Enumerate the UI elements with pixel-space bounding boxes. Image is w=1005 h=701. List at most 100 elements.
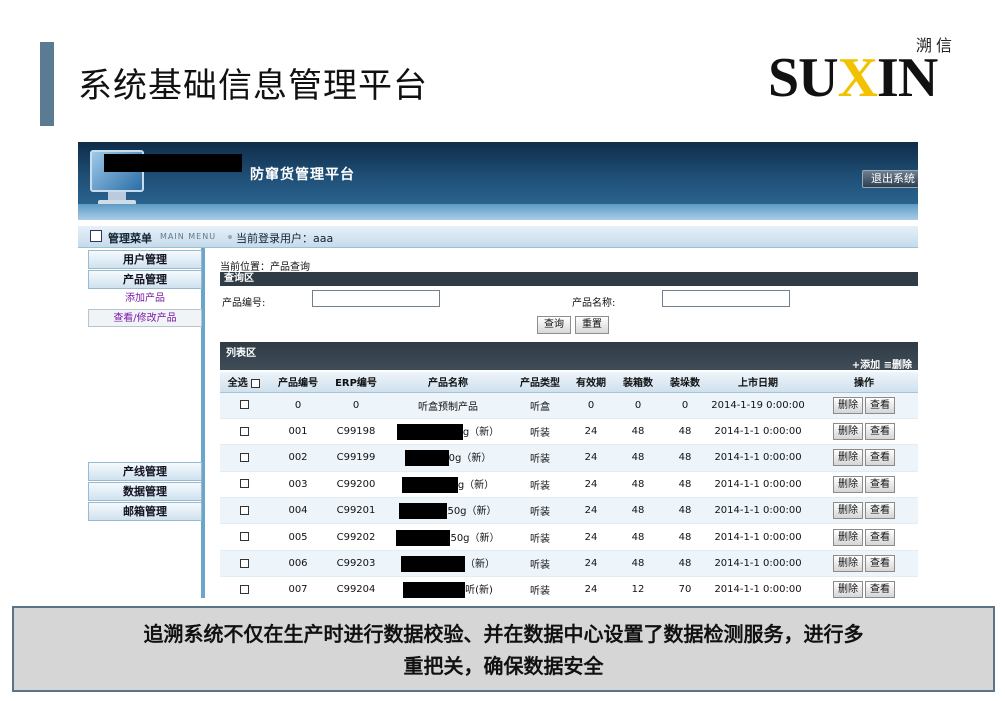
product-name-label: 产品名称:	[572, 298, 616, 309]
app-title: 防窜货管理平台	[250, 167, 355, 183]
row-view-button[interactable]: 查看	[865, 502, 895, 520]
cell-box: 48	[614, 550, 662, 578]
row-delete-button[interactable]: 删除	[833, 475, 863, 493]
redacted-block	[104, 154, 242, 172]
delete-button[interactable]: ≡删除	[884, 360, 912, 371]
add-button[interactable]: +添加	[852, 360, 880, 371]
cell-erp: C99200	[328, 471, 384, 499]
select-all-header[interactable]: 全选	[220, 372, 268, 393]
row-checkbox[interactable]	[239, 452, 249, 462]
select-all-checkbox[interactable]	[251, 378, 261, 388]
row-checkbox[interactable]	[239, 558, 249, 568]
row-checkbox[interactable]	[239, 479, 249, 489]
cell-valid: 24	[568, 471, 614, 499]
row-view-button[interactable]: 查看	[865, 475, 895, 493]
row-view-button[interactable]: 查看	[865, 423, 895, 441]
cell-erp: 0	[328, 392, 384, 419]
row-delete-button[interactable]: 删除	[833, 581, 863, 598]
cell-date: 2014-1-1 0:00:00	[708, 550, 808, 578]
logout-button[interactable]: 退出系统	[862, 170, 918, 188]
current-user-label: 当前登录用户：aaa	[236, 232, 334, 245]
row-checkbox[interactable]	[239, 400, 249, 410]
table-row: 004 C99201 50g（新） 听装 24 48 48 2014-1-1 0…	[220, 497, 918, 525]
product-code-label: 产品编号:	[222, 298, 266, 309]
sidebar-item-mailbox[interactable]: 邮箱管理	[88, 502, 202, 521]
cell-code: 005	[268, 523, 328, 551]
redacted-block	[396, 529, 451, 546]
cell-pile: 48	[662, 418, 708, 446]
row-view-button[interactable]: 查看	[865, 581, 895, 598]
cell-name: 听盒预制产品	[384, 392, 512, 419]
cell-type: 听装	[512, 471, 568, 499]
cell-type: 听装	[512, 523, 568, 551]
column-header: 装垛数	[662, 372, 708, 393]
search-button[interactable]: 查询	[537, 316, 571, 334]
cell-box: 48	[614, 497, 662, 525]
sidebar-item-view-edit-product[interactable]: 查看/修改产品	[88, 309, 202, 327]
cell-code: 003	[268, 471, 328, 499]
row-view-button[interactable]: 查看	[865, 396, 895, 414]
bullet-icon	[228, 235, 232, 239]
cell-name: 0g（新）	[384, 444, 512, 472]
cell-box: 12	[614, 576, 662, 598]
row-view-button[interactable]: 查看	[865, 528, 895, 546]
table-row: 003 C99200 g（新） 听装 24 48 48 2014-1-1 0:0…	[220, 471, 918, 499]
redacted-block	[396, 424, 463, 441]
cell-name: 50g（新）	[384, 497, 512, 525]
redacted-block	[399, 503, 448, 520]
cell-pile: 48	[662, 444, 708, 472]
sidebar-item-add-product[interactable]: 添加产品	[88, 290, 202, 308]
cell-pile: 48	[662, 497, 708, 525]
row-delete-button[interactable]: 删除	[833, 528, 863, 546]
cell-pile: 48	[662, 550, 708, 578]
redacted-block	[401, 476, 458, 493]
row-delete-button[interactable]: 删除	[833, 502, 863, 520]
sidebar-item-data[interactable]: 数据管理	[88, 482, 202, 501]
row-view-button[interactable]: 查看	[865, 555, 895, 573]
sidebar-item-lines[interactable]: 产线管理	[88, 462, 202, 481]
table-header-row: 全选 产品编号 ERP编号 产品名称 产品类型 有效期 装箱数 装垛数 上市日期…	[220, 372, 918, 393]
redacted-block	[404, 450, 449, 467]
row-view-button[interactable]: 查看	[865, 449, 895, 467]
cell-pile: 70	[662, 576, 708, 598]
table-row: 0 0 听盒预制产品 听盒 0 0 0 2014-1-19 0:00:00 删除…	[220, 392, 918, 419]
table-row: 007 C99204 听(新) 听装 24 12 70 2014-1-1 0:0…	[220, 576, 918, 598]
column-header: 装箱数	[614, 372, 662, 393]
sidebar-item-users[interactable]: 用户管理	[88, 250, 202, 269]
slide-title: 系统基础信息管理平台	[78, 66, 428, 106]
cell-code: 006	[268, 550, 328, 578]
row-checkbox[interactable]	[239, 584, 249, 594]
list-section-header: 列表区 +添加 ≡删除	[220, 342, 918, 371]
menu-icon	[90, 230, 102, 242]
cell-code: 001	[268, 418, 328, 446]
row-checkbox[interactable]	[239, 532, 249, 542]
table-row: 001 C99198 g（新） 听装 24 48 48 2014-1-1 0:0…	[220, 418, 918, 446]
row-checkbox[interactable]	[239, 426, 249, 436]
cell-valid: 24	[568, 576, 614, 598]
reset-button[interactable]: 重置	[575, 316, 609, 334]
product-name-input[interactable]	[662, 290, 790, 307]
row-delete-button[interactable]: 删除	[833, 555, 863, 573]
row-delete-button[interactable]: 删除	[833, 449, 863, 467]
table-row: 005 C99202 50g（新） 听装 24 48 48 2014-1-1 0…	[220, 523, 918, 551]
cell-date: 2014-1-1 0:00:00	[708, 444, 808, 472]
cell-erp: C99199	[328, 444, 384, 472]
cell-valid: 0	[568, 392, 614, 419]
sidebar-item-products[interactable]: 产品管理	[88, 270, 202, 289]
row-delete-button[interactable]: 删除	[833, 396, 863, 414]
cell-box: 0	[614, 392, 662, 419]
app-header: 防窜货管理平台 退出系统	[78, 142, 918, 220]
cell-erp: C99202	[328, 523, 384, 551]
cell-box: 48	[614, 471, 662, 499]
caption-line-2: 重把关，确保数据安全	[403, 654, 604, 678]
column-header: 操作	[808, 372, 918, 393]
cell-pile: 48	[662, 523, 708, 551]
row-delete-button[interactable]: 删除	[833, 423, 863, 441]
column-header: 产品编号	[268, 372, 328, 393]
row-checkbox[interactable]	[239, 505, 249, 515]
cell-type: 听装	[512, 576, 568, 598]
app-screenshot: 防窜货管理平台 退出系统 管理菜单 MAIN MENU 当前登录用户：aaa 用…	[78, 142, 918, 598]
product-code-input[interactable]	[312, 290, 440, 307]
cell-code: 007	[268, 576, 328, 598]
cell-date: 2014-1-1 0:00:00	[708, 523, 808, 551]
